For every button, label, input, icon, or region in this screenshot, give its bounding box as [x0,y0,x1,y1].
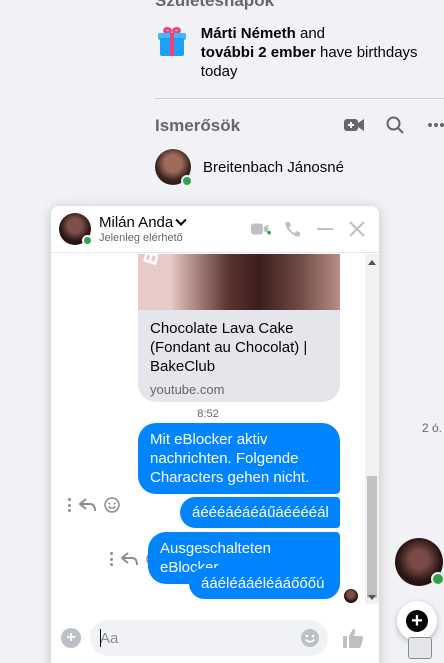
minimize-icon[interactable] [315,218,335,240]
image-logo-text: Bake [140,254,173,268]
message-bubble-sent[interactable]: áéééáéáéáűáééééál [180,497,340,528]
new-room-icon[interactable] [343,114,365,136]
reply-icon[interactable] [121,552,139,566]
online-indicator [82,235,93,246]
chat-avatar[interactable] [59,213,93,246]
react-emoji-icon[interactable] [104,497,120,513]
phone-call-icon[interactable] [283,218,303,240]
more-options-icon[interactable] [110,552,114,566]
birthday-others[interactable]: további 2 ember [201,44,316,61]
contacts-actions [343,114,444,136]
contact-name: Breitenbach Jánosné [203,158,344,176]
online-indicator [431,572,444,586]
chat-header-actions [251,218,367,240]
birthday-notice[interactable]: Márti Németh and további 2 ember have bi… [158,24,438,81]
emoji-icon[interactable] [300,628,320,648]
contacts-title: Ismerősök [155,116,241,135]
side-timestamp: 2 ó. [422,421,443,435]
contact-item[interactable]: Breitenbach Jánosné [155,149,344,187]
chat-contact-info[interactable]: Milán Anda Jelenleg elérhető [99,214,187,244]
more-options-icon[interactable] [68,498,72,512]
more-options-icon[interactable] [425,114,444,136]
plus-icon: + [406,610,428,632]
link-title: Chocolate Lava Cake (Fondant au Chocolat… [150,320,308,375]
link-preview-image: Bake [138,254,340,310]
birthday-text: Márti Németh and további 2 ember have bi… [200,25,418,80]
chat-scrollbar[interactable] [365,254,379,604]
reply-icon[interactable] [79,498,97,512]
chevron-down-icon [175,214,187,226]
birthday-person[interactable]: Márti Németh [201,25,296,42]
floating-chat-avatar[interactable] [395,538,444,586]
video-call-icon[interactable] [251,218,271,240]
message-bubble-sent[interactable]: Mit eBlocker aktiv nachrichten. Folgende… [138,423,340,494]
seen-avatar [344,589,358,603]
new-message-button[interactable]: + [397,601,437,641]
close-icon[interactable] [347,218,367,240]
birthdays-title: Születésnapok [155,0,275,10]
sidebar-divider [155,98,444,99]
message-list[interactable]: Bake Chocolate Lava Cake (Fondant au Cho… [51,254,365,663]
text-caret [100,629,101,647]
chat-status: Jelenleg elérhető [99,232,183,244]
gift-icon [158,27,186,57]
scroll-up-arrow-icon[interactable] [368,260,376,265]
chat-window: Milán Anda Jelenleg elérhető Bake Choc [51,206,379,663]
link-preview-card[interactable]: Bake Chocolate Lava Cake (Fondant au Cho… [138,254,340,402]
online-indicator [181,175,193,187]
chat-header: Milán Anda Jelenleg elérhető [51,206,379,253]
message-timestamp: 8:52 [197,408,219,420]
window-icon[interactable] [408,637,432,659]
message-input-wrapper[interactable] [90,620,328,656]
scrollbar-thumb[interactable] [367,476,377,598]
message-input[interactable] [100,629,290,647]
message-bubble-sent[interactable]: ááéléááéléááőőőú [189,568,340,599]
scroll-down-arrow-icon[interactable] [368,595,376,600]
link-source: youtube.com [150,382,225,397]
search-icon[interactable] [384,114,406,136]
like-icon[interactable] [342,627,364,649]
chat-contact-name: Milán Anda [99,214,174,231]
add-attachment-icon[interactable]: + [61,628,81,648]
message-composer: + [51,613,379,663]
avatar [155,149,193,187]
message-actions [68,497,120,513]
